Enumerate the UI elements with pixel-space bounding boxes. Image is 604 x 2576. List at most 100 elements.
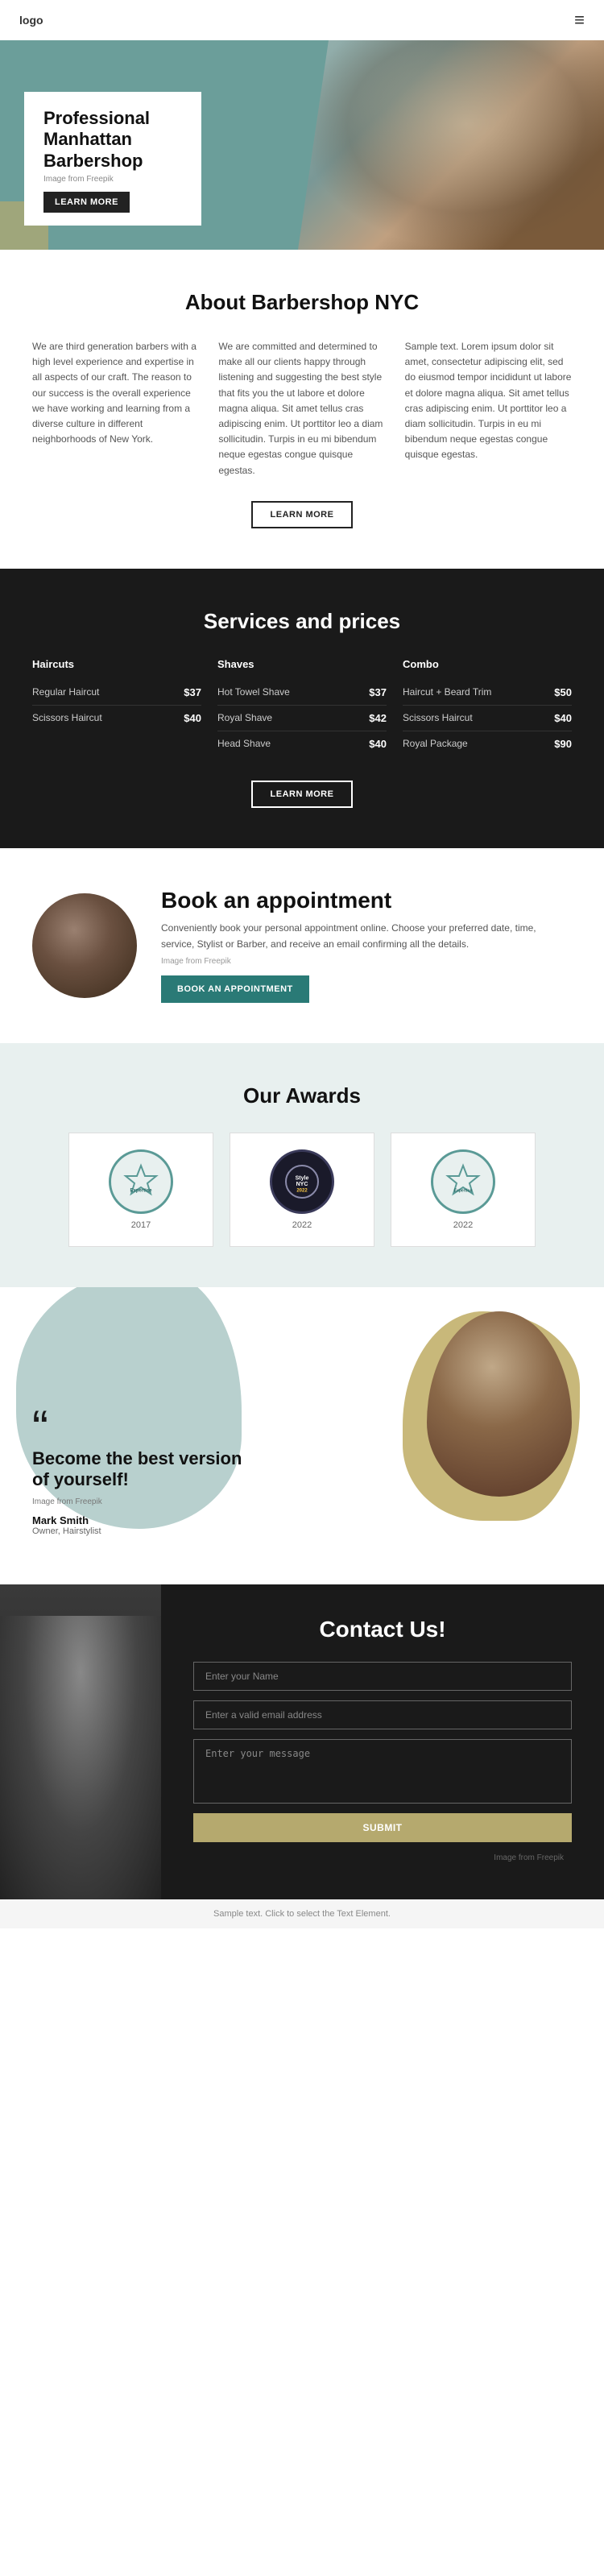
svg-text:Expertise: Expertise <box>454 1188 473 1193</box>
award-year-3: 2022 <box>453 1220 473 1230</box>
hamburger-icon[interactable]: ≡ <box>574 10 585 31</box>
combo-name-2: Scissors Haircut <box>403 712 473 723</box>
testimonial-role: Owner, Hairstylist <box>32 1526 258 1536</box>
combo-row-2: Scissors Haircut $40 <box>403 706 572 731</box>
haircuts-heading: Haircuts <box>32 658 201 670</box>
hero-title: Professional Manhattan Barbershop <box>43 108 182 172</box>
combo-column: Combo Haircut + Beard Trim $50 Scissors … <box>403 658 572 756</box>
combo-heading: Combo <box>403 658 572 670</box>
book-appointment-button[interactable]: BOOK AN APPOINTMENT <box>161 975 309 1003</box>
shave-price-2: $42 <box>369 712 387 724</box>
appointment-section: Book an appointment Conveniently book yo… <box>0 848 604 1043</box>
hero-card: Professional Manhattan Barbershop Image … <box>24 92 201 226</box>
contact-email-input[interactable] <box>193 1700 572 1729</box>
appointment-description: Conveniently book your personal appointm… <box>161 921 572 951</box>
svg-text:Style: Style <box>296 1175 309 1181</box>
shaves-column: Shaves Hot Towel Shave $37 Royal Shave $… <box>217 658 387 756</box>
logo: logo <box>19 14 43 27</box>
hero-image-credit: Image from Freepik <box>43 175 182 184</box>
combo-row-1: Haircut + Beard Trim $50 <box>403 680 572 706</box>
contact-message-input[interactable] <box>193 1739 572 1804</box>
contact-name-input[interactable] <box>193 1662 572 1691</box>
hero-image-overlay <box>298 40 604 250</box>
award-badge-1: Expertise <box>109 1149 173 1214</box>
haircut-price-2: $40 <box>184 712 201 724</box>
about-text-1: We are third generation barbers with a h… <box>32 339 199 447</box>
combo-price-3: $90 <box>554 738 572 750</box>
hero-section: Professional Manhattan Barbershop Image … <box>0 40 604 250</box>
haircut-row-2: Scissors Haircut $40 <box>32 706 201 731</box>
testimonial-image-credit: Image from Freepik <box>32 1497 258 1506</box>
appointment-title: Book an appointment <box>161 888 572 913</box>
award-card-3: Expertise 2022 <box>391 1133 536 1247</box>
shaves-heading: Shaves <box>217 658 387 670</box>
expertise-icon-3: Expertise <box>443 1162 483 1202</box>
services-title: Services and prices <box>32 609 572 634</box>
shave-name-3: Head Shave <box>217 738 271 749</box>
expertise-icon-1: Expertise <box>121 1162 161 1202</box>
about-text-3: Sample text. Lorem ipsum dolor sit amet,… <box>405 339 572 463</box>
appointment-image-credit: Image from Freepik <box>161 957 572 966</box>
about-columns: We are third generation barbers with a h… <box>32 339 572 478</box>
contact-barber-figure <box>0 1616 161 1899</box>
appointment-content: Book an appointment Conveniently book yo… <box>161 888 572 1003</box>
haircut-name-2: Scissors Haircut <box>32 712 102 723</box>
haircut-row-1: Regular Haircut $37 <box>32 680 201 706</box>
svg-text:NYC: NYC <box>296 1182 308 1187</box>
svg-text:2022: 2022 <box>296 1188 308 1193</box>
shave-name-2: Royal Shave <box>217 712 272 723</box>
award-year-2: 2022 <box>292 1220 312 1230</box>
footer: Sample text. Click to select the Text El… <box>0 1899 604 1928</box>
contact-title: Contact Us! <box>193 1617 572 1642</box>
award-badge-3: Expertise <box>431 1149 495 1214</box>
about-col-1: We are third generation barbers with a h… <box>32 339 199 478</box>
services-grid: Haircuts Regular Haircut $37 Scissors Ha… <box>32 658 572 756</box>
services-learn-more-button[interactable]: LEARN MORE <box>251 781 354 808</box>
combo-price-2: $40 <box>554 712 572 724</box>
appointment-barber-photo <box>32 893 137 998</box>
combo-name-1: Haircut + Beard Trim <box>403 686 491 698</box>
quote-mark-icon: “ <box>32 1416 258 1440</box>
haircut-price-1: $37 <box>184 686 201 698</box>
award-card-2: Style NYC 2022 2022 <box>230 1133 374 1247</box>
testimonial-author: Mark Smith <box>32 1514 258 1526</box>
contact-submit-button[interactable]: SUBMIT <box>193 1813 572 1842</box>
contact-section: Contact Us! SUBMIT Image from Freepik <box>0 1584 604 1899</box>
testimonial-title: Become the best version of yourself! <box>32 1448 258 1491</box>
combo-row-3: Royal Package $90 <box>403 731 572 756</box>
svg-text:Expertise: Expertise <box>130 1188 152 1193</box>
about-learn-more-button[interactable]: LEARN MORE <box>251 501 354 528</box>
shave-row-2: Royal Shave $42 <box>217 706 387 731</box>
contact-image-credit: Image from Freepik <box>193 1849 572 1867</box>
hero-learn-more-button[interactable]: LEARN MORE <box>43 192 130 213</box>
services-section: Services and prices Haircuts Regular Hai… <box>0 569 604 848</box>
shave-name-1: Hot Towel Shave <box>217 686 290 698</box>
style-nyc-icon: Style NYC 2022 <box>282 1162 322 1202</box>
about-col-2: We are committed and determined to make … <box>218 339 385 478</box>
contact-form: Contact Us! SUBMIT Image from Freepik <box>161 1584 604 1899</box>
about-col-3: Sample text. Lorem ipsum dolor sit amet,… <box>405 339 572 478</box>
contact-image-side <box>0 1584 161 1899</box>
about-title: About Barbershop NYC <box>32 290 572 315</box>
award-year-1: 2017 <box>131 1220 151 1230</box>
testimonial-section: “ Become the best version of yourself! I… <box>0 1287 604 1584</box>
appointment-image <box>32 893 137 998</box>
about-text-2: We are committed and determined to make … <box>218 339 385 478</box>
combo-name-3: Royal Package <box>403 738 468 749</box>
awards-title: Our Awards <box>32 1083 572 1108</box>
testimonial-content: “ Become the best version of yourself! I… <box>32 1416 258 1536</box>
haircuts-column: Haircuts Regular Haircut $37 Scissors Ha… <box>32 658 201 756</box>
navbar: logo ≡ <box>0 0 604 40</box>
shave-price-1: $37 <box>369 686 387 698</box>
awards-grid: Expertise 2017 Style NYC 2022 2022 Exper… <box>32 1133 572 1247</box>
awards-section: Our Awards Expertise 2017 Style NYC 2022… <box>0 1043 604 1287</box>
shave-price-3: $40 <box>369 738 387 750</box>
combo-price-1: $50 <box>554 686 572 698</box>
award-badge-2: Style NYC 2022 <box>270 1149 334 1214</box>
award-card-1: Expertise 2017 <box>68 1133 213 1247</box>
haircut-name-1: Regular Haircut <box>32 686 99 698</box>
footer-note: Sample text. Click to select the Text El… <box>213 1909 391 1919</box>
about-section: About Barbershop NYC We are third genera… <box>0 250 604 569</box>
services-btn-wrap: LEARN MORE <box>32 781 572 808</box>
shave-row-3: Head Shave $40 <box>217 731 387 756</box>
